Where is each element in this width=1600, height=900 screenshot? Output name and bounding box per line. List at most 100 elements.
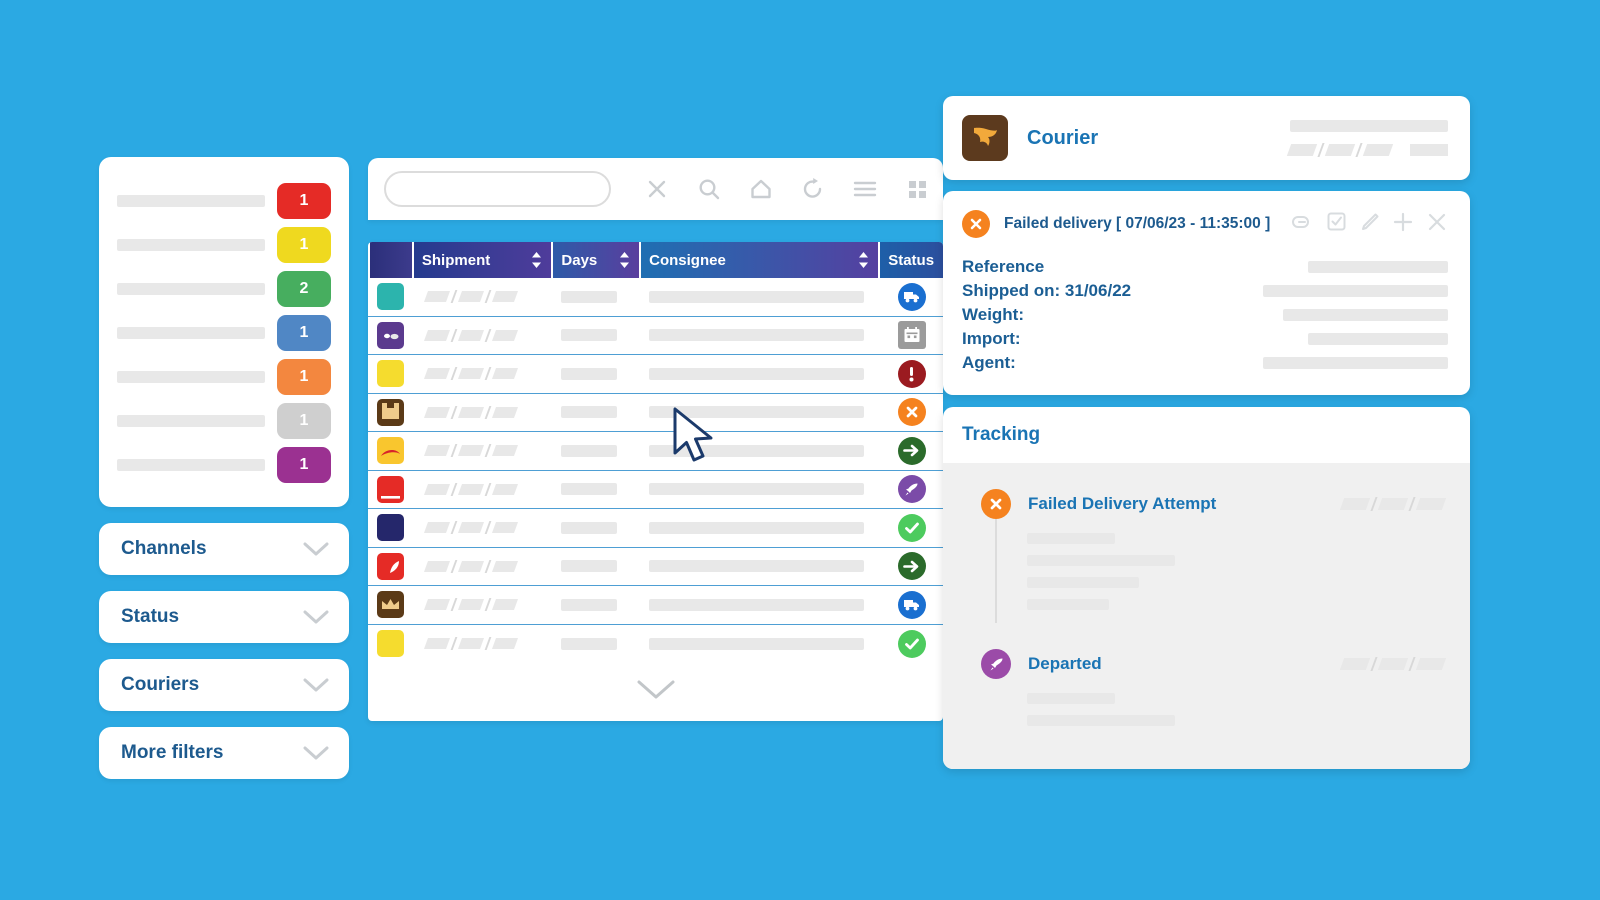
event-field-label: Reference: [962, 257, 1045, 276]
table-body: [368, 278, 943, 663]
tracking-event[interactable]: Departed: [981, 649, 1447, 739]
table-cell-status: [880, 321, 943, 350]
table-row[interactable]: [368, 278, 943, 317]
sidebar-count-row[interactable]: 1: [117, 355, 331, 399]
sidebar-count-label-placeholder: [117, 327, 265, 339]
chevron-down-icon[interactable]: [303, 678, 329, 692]
table-cell-status: [880, 475, 943, 504]
count-badge[interactable]: 1: [277, 183, 331, 219]
carrier-logo-icon: [377, 437, 405, 465]
sidebar-filter-couriers[interactable]: Couriers: [99, 659, 349, 711]
table-cell-consignee: [641, 290, 878, 303]
table-row[interactable]: [368, 355, 943, 394]
chevron-down-icon[interactable]: [636, 679, 676, 706]
table-row[interactable]: [368, 625, 943, 664]
search-input[interactable]: [384, 171, 611, 207]
table-row[interactable]: [368, 394, 943, 432]
table-cell-days: [553, 290, 639, 303]
event-field-value-placeholder: [1308, 261, 1448, 273]
home-icon[interactable]: [735, 167, 787, 211]
close-icon[interactable]: [1426, 211, 1448, 238]
sidebar-filter-more-filters[interactable]: More filters: [99, 727, 349, 779]
check-icon[interactable]: [897, 513, 926, 542]
sidebar-filter-status[interactable]: Status: [99, 591, 349, 643]
sidebar-count-row[interactable]: 1: [117, 179, 331, 223]
table-row[interactable]: [368, 432, 943, 471]
sidebar-count-row[interactable]: 1: [117, 443, 331, 487]
edit-pencil-icon[interactable]: [1360, 212, 1380, 237]
table-cell-carrier: [370, 514, 412, 542]
count-badge[interactable]: 1: [277, 227, 331, 263]
exclamation-icon[interactable]: [897, 359, 926, 388]
carrier-logo-icon: [377, 475, 405, 503]
event-field-value-placeholder: [1283, 309, 1448, 321]
sort-icon[interactable]: [618, 250, 631, 270]
sidebar-count-label-placeholder: [117, 459, 265, 471]
table-cell-consignee: [641, 560, 878, 573]
table-header-days[interactable]: Days: [553, 242, 640, 278]
tracking-event[interactable]: Failed Delivery Attempt: [981, 489, 1447, 623]
arrow-right-icon[interactable]: [897, 552, 926, 581]
table-header-consignee[interactable]: Consignee: [641, 242, 879, 278]
sidebar-filter-channels[interactable]: Channels: [99, 523, 349, 575]
tracking-detail-placeholder: [1027, 715, 1175, 726]
table-row[interactable]: [368, 509, 943, 548]
sort-icon[interactable]: [857, 250, 870, 270]
table-row[interactable]: [368, 317, 943, 355]
truck-icon[interactable]: [897, 282, 926, 311]
table-row[interactable]: [368, 471, 943, 509]
event-field-label: Agent:: [962, 353, 1016, 372]
table-cell-status: [880, 629, 943, 658]
table-cell-days: [553, 560, 639, 573]
table-expand-row[interactable]: [368, 663, 943, 721]
arrow-right-icon[interactable]: [897, 436, 926, 465]
detail-panel: Courier Failed delivery [ 07/06/23 - 11:…: [943, 96, 1470, 769]
filter-label: Channels: [121, 538, 207, 559]
calendar-icon[interactable]: [897, 321, 926, 350]
table-header-status: Status: [880, 242, 943, 278]
table-cell-days: [553, 483, 639, 496]
carrier-logo-icon: [377, 591, 405, 619]
sidebar-count-row[interactable]: 1: [117, 399, 331, 443]
close-icon[interactable]: [631, 167, 683, 211]
table-cell-shipment: [414, 290, 552, 304]
courier-card: Courier: [943, 96, 1470, 180]
table-header-shipment[interactable]: Shipment: [413, 242, 552, 278]
table-row[interactable]: [368, 548, 943, 586]
close-icon: [962, 210, 990, 238]
table-cell-status: [880, 436, 943, 465]
truck-icon[interactable]: [897, 590, 926, 619]
sidebar-count-row[interactable]: 2: [117, 267, 331, 311]
close-icon[interactable]: [897, 398, 926, 427]
event-field-label: Import:: [962, 329, 1021, 348]
chevron-down-icon[interactable]: [303, 542, 329, 556]
sidebar-count-row[interactable]: 1: [117, 311, 331, 355]
tracking-header: Tracking: [943, 407, 1470, 463]
checkbox-icon[interactable]: [1326, 211, 1348, 237]
count-badge[interactable]: 1: [277, 315, 331, 351]
chevron-down-icon[interactable]: [303, 746, 329, 760]
courier-logo-icon: [962, 115, 1008, 161]
table-cell-status: [880, 359, 943, 388]
event-field-row: Reference: [962, 255, 1448, 279]
check-icon[interactable]: [897, 629, 926, 658]
table-row[interactable]: [368, 586, 943, 625]
rocket-icon[interactable]: [897, 475, 926, 504]
table-cell-carrier: [370, 360, 412, 388]
table-cell-shipment: [414, 328, 552, 342]
count-badge[interactable]: 1: [277, 359, 331, 395]
refresh-icon[interactable]: [787, 167, 839, 211]
count-badge[interactable]: 1: [277, 447, 331, 483]
count-badge[interactable]: 2: [277, 271, 331, 307]
sidebar-count-row[interactable]: 1: [117, 223, 331, 267]
link-icon[interactable]: [1288, 213, 1314, 236]
table-cell-days: [553, 367, 639, 380]
search-icon[interactable]: [683, 167, 735, 211]
tracking-event-header: Failed Delivery Attempt: [981, 489, 1447, 519]
list-view-icon[interactable]: [839, 167, 891, 211]
plus-icon[interactable]: [1392, 211, 1414, 238]
chevron-down-icon[interactable]: [303, 610, 329, 624]
grid-view-icon[interactable]: [891, 167, 943, 211]
sort-icon[interactable]: [530, 250, 543, 270]
count-badge[interactable]: 1: [277, 403, 331, 439]
